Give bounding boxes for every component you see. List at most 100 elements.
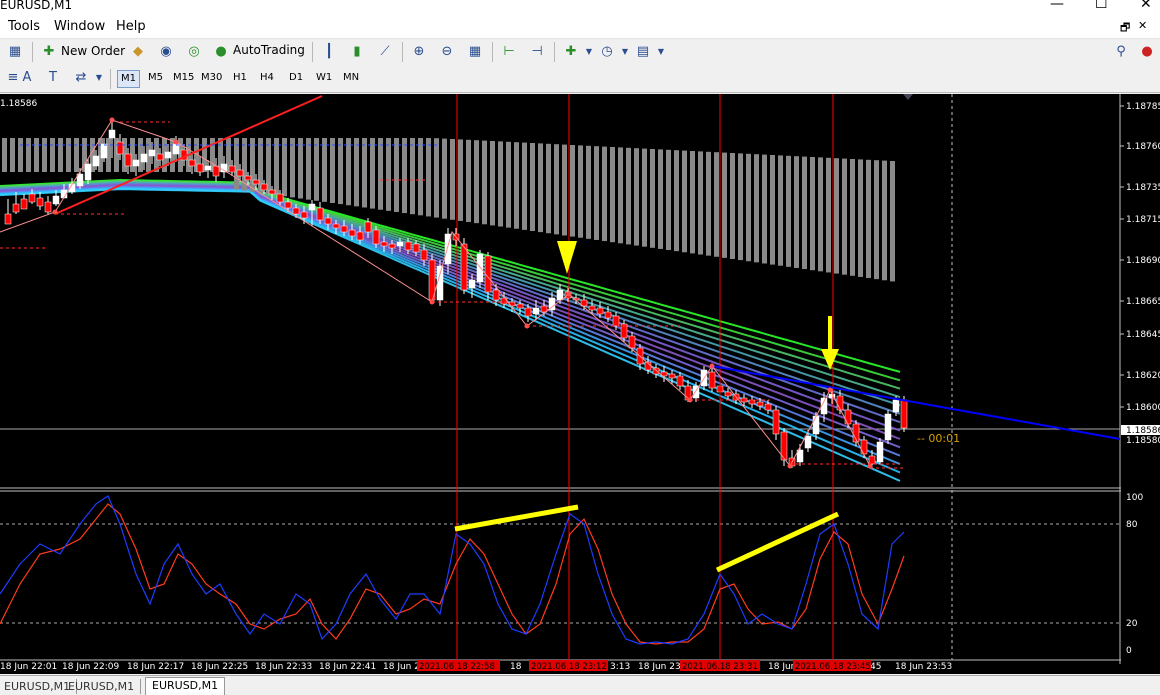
timeframe-h4[interactable]: H4 bbox=[257, 70, 277, 86]
minimize-button[interactable]: — bbox=[1050, 0, 1064, 12]
time-label: 18 Jun 23:53 bbox=[895, 662, 952, 672]
tile-windows-icon[interactable]: ▦ bbox=[466, 43, 484, 61]
chevron-down-icon[interactable]: ▼ bbox=[652, 43, 670, 61]
shadow-bar bbox=[346, 138, 351, 206]
candle-body bbox=[668, 373, 676, 379]
timeframe-m1[interactable]: M1 bbox=[117, 70, 140, 88]
candlestick-icon[interactable]: ▮ bbox=[348, 43, 366, 61]
shadow-bar bbox=[890, 161, 895, 282]
search-icon[interactable]: ⚲ bbox=[1112, 43, 1130, 61]
shadow-bar bbox=[50, 138, 55, 172]
zoom-out-icon[interactable]: ⊖ bbox=[438, 43, 456, 61]
shadow-bar bbox=[474, 140, 479, 224]
candle-body bbox=[460, 243, 468, 291]
shadow-bar bbox=[666, 149, 671, 251]
time-label: 18 Jun 22:41 bbox=[319, 662, 376, 672]
timeframe-w1[interactable]: W1 bbox=[313, 70, 335, 86]
shadow-bar bbox=[818, 157, 823, 272]
chart-tab-active[interactable]: EURUSD,M1 bbox=[145, 677, 226, 695]
candle-body bbox=[404, 241, 412, 251]
candle-body bbox=[420, 249, 428, 261]
autoscroll-icon[interactable]: ⊣ bbox=[528, 43, 546, 61]
candle-body bbox=[860, 439, 868, 455]
chart-shift-icon[interactable]: ⊢ bbox=[500, 43, 518, 61]
timeframe-d1[interactable]: D1 bbox=[286, 70, 306, 86]
time-label: 18 Jun 22:01 bbox=[0, 662, 57, 672]
swing-point bbox=[827, 387, 833, 393]
new-order-icon[interactable]: ✚ bbox=[40, 43, 58, 61]
candle-body bbox=[236, 169, 244, 177]
price-label: 1.18620 bbox=[1126, 371, 1160, 381]
shadow-bar bbox=[362, 138, 367, 208]
shadow-bar bbox=[562, 144, 567, 236]
auto-trading-button[interactable]: AutoTrading bbox=[233, 43, 305, 57]
timeframe-mn[interactable]: MN bbox=[340, 70, 362, 86]
chevron-down-icon[interactable]: ▼ bbox=[580, 43, 598, 61]
notifications-icon[interactable]: ● bbox=[1138, 43, 1156, 61]
candle-body bbox=[4, 213, 12, 225]
candle-body bbox=[284, 201, 292, 209]
text-label-tool-icon[interactable]: T bbox=[44, 69, 62, 87]
time-label: 45 bbox=[870, 662, 881, 672]
price-chart[interactable]: 1.18586 1.18785 1.18760 1.18735 1.18715 1.186… bbox=[0, 94, 1160, 674]
line-chart-icon[interactable]: ⟋ bbox=[376, 43, 394, 61]
candle-body bbox=[308, 203, 316, 211]
candle-body bbox=[324, 217, 332, 225]
candle-body bbox=[340, 225, 348, 233]
auto-trading-icon[interactable]: ● bbox=[212, 43, 230, 61]
timeframe-h1[interactable]: H1 bbox=[230, 70, 250, 86]
shadow-bar bbox=[338, 138, 343, 205]
time-label: 18 Jun 22:17 bbox=[127, 662, 184, 672]
shadow-bar bbox=[658, 149, 663, 249]
maximize-button[interactable]: ☐ bbox=[1095, 0, 1108, 12]
timeframe-m5[interactable]: M5 bbox=[145, 70, 166, 86]
candle-body bbox=[148, 149, 156, 157]
oscillator-level: 20 bbox=[1126, 619, 1138, 629]
candle-body bbox=[396, 241, 404, 247]
timeframe-m15[interactable]: M15 bbox=[170, 70, 197, 86]
close-button[interactable]: ✕ bbox=[1140, 0, 1152, 12]
navigator-icon[interactable]: ◉ bbox=[157, 43, 175, 61]
shadow-bar bbox=[858, 159, 863, 277]
time-highlight-label: 2021.06.18 23:31 bbox=[682, 662, 758, 672]
profiles-icon[interactable]: ▦ bbox=[6, 43, 24, 61]
candle-body bbox=[140, 153, 148, 163]
timeframe-m30[interactable]: M30 bbox=[198, 70, 225, 86]
price-label: 1.18760 bbox=[1126, 142, 1160, 152]
shadow-bar bbox=[674, 150, 679, 252]
close-child-icon[interactable]: ✕ bbox=[1138, 19, 1147, 32]
signals-icon[interactable]: ◎ bbox=[185, 43, 203, 61]
new-order-button[interactable]: New Order bbox=[61, 44, 125, 58]
periods-icon[interactable]: ◷ bbox=[598, 43, 616, 61]
shadow-bar bbox=[538, 143, 543, 233]
shadow-bar bbox=[578, 145, 583, 238]
chevron-down-icon[interactable]: ▼ bbox=[616, 43, 634, 61]
zoom-in-icon[interactable]: ⊕ bbox=[410, 43, 428, 61]
templates-icon[interactable]: ▤ bbox=[634, 43, 652, 61]
chevron-down-icon[interactable]: ▼ bbox=[90, 69, 108, 87]
restore-child-icon[interactable]: 🗗 bbox=[1120, 19, 1130, 38]
indicators-icon[interactable]: ✚ bbox=[562, 43, 580, 61]
shadow-bar bbox=[410, 138, 415, 215]
menu-help[interactable]: Help bbox=[116, 19, 146, 34]
candle-body bbox=[516, 303, 524, 309]
menu-tools[interactable]: Tools bbox=[8, 19, 40, 34]
shadow-bar bbox=[810, 157, 815, 271]
chart-tab[interactable]: EURUSD,M1 bbox=[62, 679, 142, 694]
chart-canvas[interactable]: 1.18586 1.18785 1.18760 1.18735 1.18715 1.186… bbox=[0, 94, 1160, 674]
candle-body bbox=[196, 163, 204, 173]
candle-body bbox=[108, 129, 116, 139]
market-watch-icon[interactable]: ◆ bbox=[129, 43, 147, 61]
swing-point bbox=[566, 291, 572, 297]
swing-point bbox=[109, 117, 115, 123]
text-tool-icon[interactable]: A bbox=[18, 69, 36, 87]
shadow-bar bbox=[498, 141, 503, 227]
shadow-bar bbox=[850, 159, 855, 276]
time-highlight-label: 2021.06.18 22:58 bbox=[419, 662, 495, 672]
arrows-tool-icon[interactable]: ⇄ bbox=[72, 69, 90, 87]
candle-body bbox=[748, 399, 756, 405]
annotations bbox=[454, 241, 840, 573]
bar-chart-icon[interactable]: ┃ bbox=[320, 43, 338, 61]
shadow-bar bbox=[306, 138, 311, 200]
menu-window[interactable]: Window bbox=[54, 19, 105, 34]
